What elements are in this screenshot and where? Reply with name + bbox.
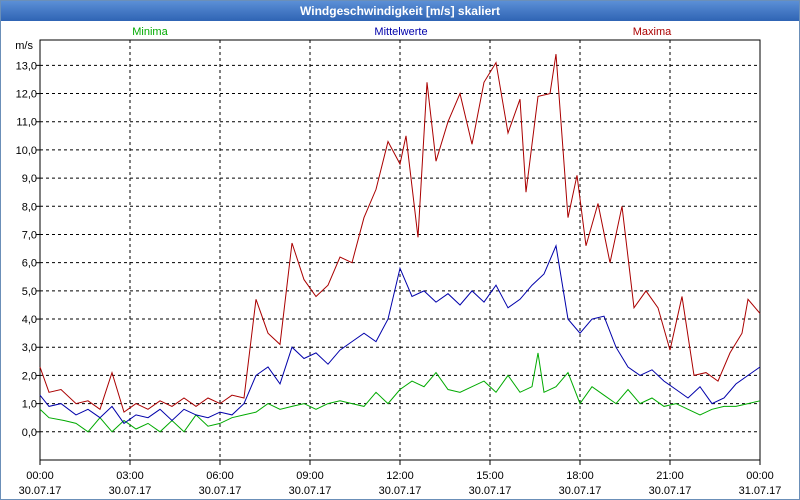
x-tick-date: 30.07.17	[379, 485, 422, 497]
x-tick-time: 15:00	[476, 470, 504, 482]
y-axis-label: m/s	[15, 40, 33, 52]
x-tick-date: 31.07.17	[739, 485, 782, 497]
x-tick-date: 30.07.17	[649, 485, 692, 497]
y-tick-label: 10,0	[16, 145, 37, 157]
x-tick-date: 30.07.17	[19, 485, 62, 497]
x-tick-date: 30.07.17	[289, 485, 332, 497]
x-tick-time: 03:00	[116, 470, 144, 482]
y-tick-label: 6,0	[22, 258, 37, 270]
y-tick-label: 2,0	[22, 370, 37, 382]
x-tick-time: 18:00	[566, 470, 594, 482]
y-tick-label: 5,0	[22, 286, 37, 298]
x-tick-date: 30.07.17	[199, 485, 242, 497]
y-tick-label: 0,0	[22, 427, 37, 439]
wind-speed-chart: 0,0 1,0 2,0 3,0 4,0 5,0 6,0 7,0 8,0 9,0 10,0 11,0 12…	[15, 26, 782, 497]
x-tick-date: 30.07.17	[109, 485, 152, 497]
x-tick-date: 30.07.17	[469, 485, 512, 497]
x-tick-date: 30.07.17	[559, 485, 602, 497]
y-tick-label: 3,0	[22, 342, 37, 354]
y-tick-label: 8,0	[22, 201, 37, 213]
x-tick-time: 00:00	[26, 470, 54, 482]
y-tick-label: 7,0	[22, 229, 37, 241]
x-tick-time: 00:00	[746, 470, 774, 482]
legend-mittelwerte: Mittelwerte	[374, 26, 427, 38]
x-tick-time: 21:00	[656, 470, 684, 482]
x-tick-time: 09:00	[296, 470, 324, 482]
legend-maxima: Maxima	[633, 26, 672, 38]
y-tick-label: 4,0	[22, 314, 37, 326]
y-tick-label: 12,0	[16, 89, 37, 101]
y-tick-label: 9,0	[22, 173, 37, 185]
x-tick-time: 12:00	[386, 470, 414, 482]
y-tick-label: 11,0	[16, 117, 37, 129]
y-tick-label: 1,0	[22, 399, 37, 411]
y-tick-label: 13,0	[16, 60, 37, 72]
x-tick-time: 06:00	[206, 470, 234, 482]
legend-minima: Minima	[132, 26, 168, 38]
